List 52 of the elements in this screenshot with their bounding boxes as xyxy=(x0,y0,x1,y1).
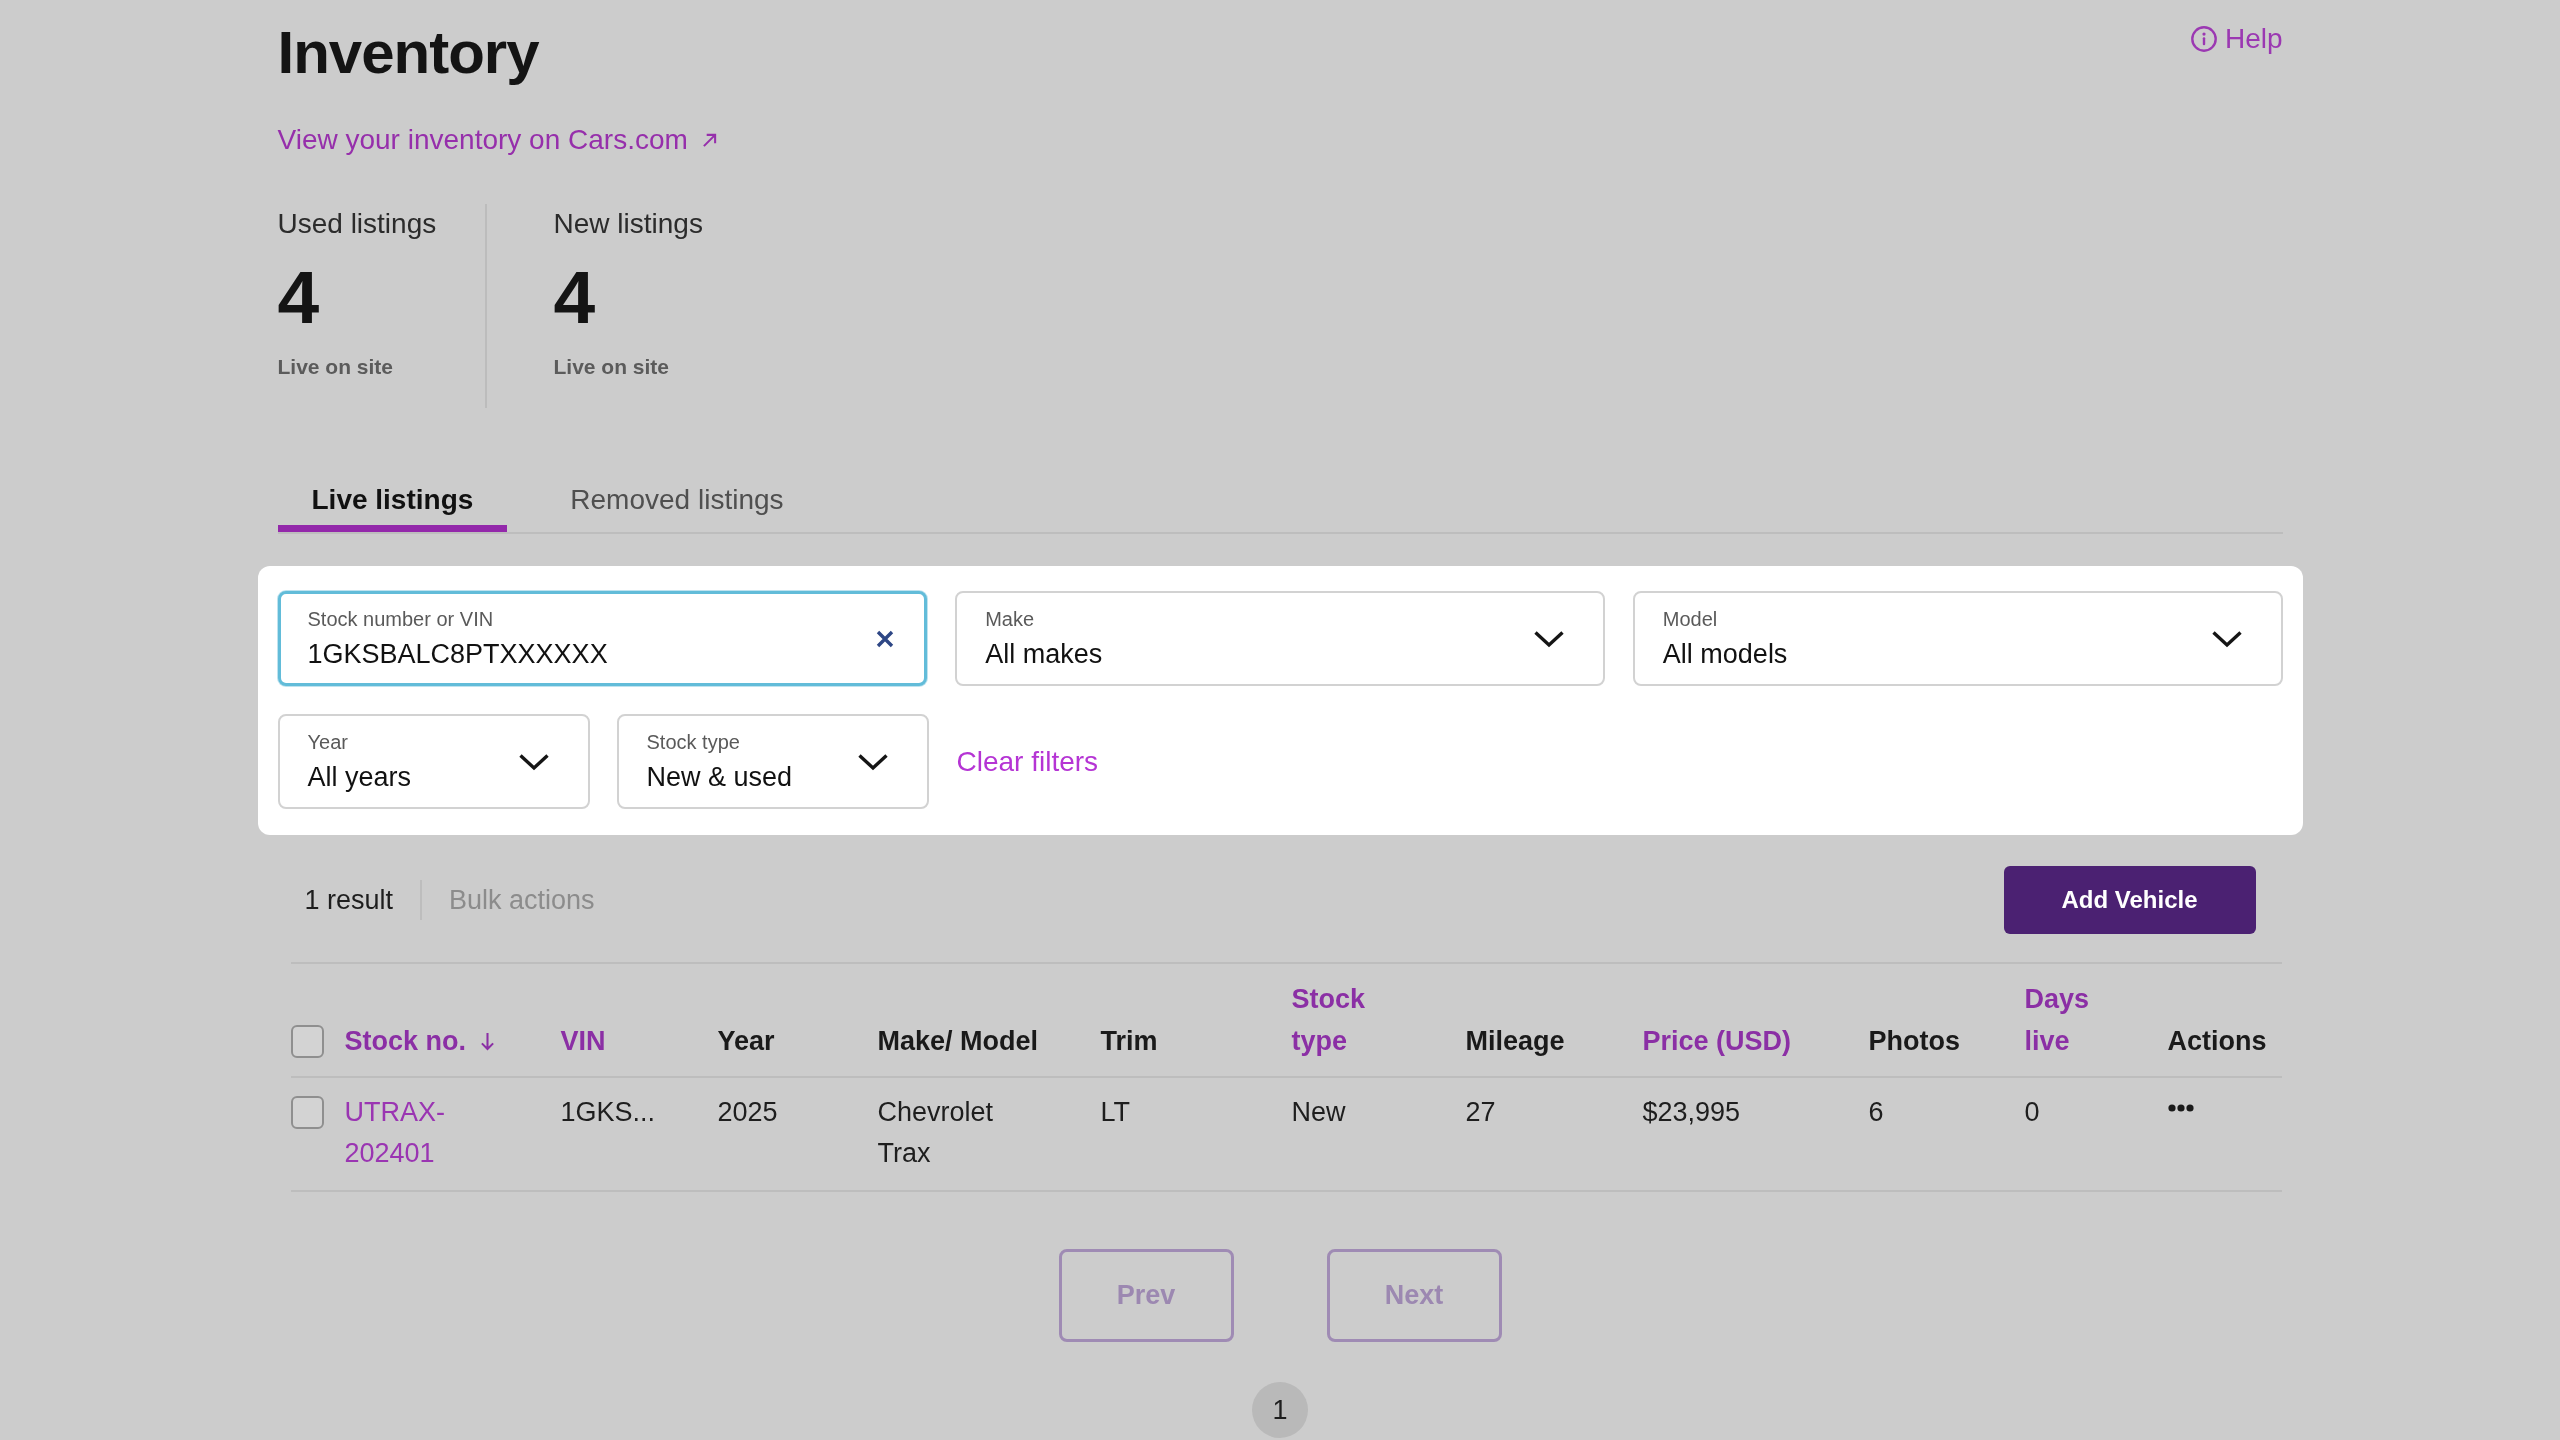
info-icon xyxy=(2190,26,2217,52)
column-header: Year xyxy=(717,1025,775,1058)
page-title: Inventory xyxy=(277,18,539,88)
column-header[interactable]: Price (USD) xyxy=(1642,1020,1792,1062)
column-header: Mileage xyxy=(1465,1025,1565,1058)
page-button[interactable]: 1 xyxy=(1252,1382,1308,1438)
stock-link[interactable]: UTRAX-202401 xyxy=(344,1092,445,1174)
tab[interactable]: Removed listings xyxy=(536,483,818,532)
chevron-down-icon xyxy=(517,752,550,771)
stat-caption: Live on site xyxy=(277,354,394,380)
column-header: Make/ Model xyxy=(877,1025,1039,1058)
clear-filters-link[interactable]: Clear filters xyxy=(956,744,1099,779)
stat-value: 4 xyxy=(553,257,596,337)
dropdown[interactable]: Make All makes xyxy=(955,591,1605,686)
column-header: Photos xyxy=(1868,1025,1960,1058)
column-header[interactable]: Days live xyxy=(2024,978,2090,1062)
dropdown[interactable]: Stock type New & used xyxy=(616,714,929,809)
table-cell-text: Chevrolet Trax xyxy=(877,1096,994,1170)
dropdown[interactable]: Year All years xyxy=(277,714,590,809)
tab[interactable]: Live listings xyxy=(277,483,508,532)
external-link[interactable]: View your inventory on Cars.com xyxy=(277,123,717,157)
table-cell-text: 2025 xyxy=(717,1096,778,1129)
table-cell-text: 1GKS... xyxy=(560,1096,656,1129)
table-cell-text: 27 xyxy=(1465,1096,1496,1129)
arrow-down-icon xyxy=(480,1031,495,1051)
column-header[interactable]: Stock type xyxy=(1291,978,1366,1062)
stat-label: New listings xyxy=(553,207,703,241)
column-header: Trim xyxy=(1100,1025,1158,1058)
chevron-down-icon xyxy=(1532,629,1565,648)
column-header[interactable]: Stock no. xyxy=(344,1020,495,1062)
dropdown[interactable]: Model All models xyxy=(1632,591,2283,686)
table-cell-text: 6 xyxy=(1868,1096,1884,1129)
search-field[interactable]: Stock number or VIN 1GKSBALC8PTXXXXXX xyxy=(277,591,928,686)
chevron-down-icon xyxy=(2210,629,2243,648)
checkbox[interactable] xyxy=(290,1096,324,1129)
stat-caption: Live on site xyxy=(553,354,670,380)
column-header: Actions xyxy=(2167,1025,2267,1058)
column-header[interactable]: VIN xyxy=(560,1020,606,1062)
table-cell-text: 0 xyxy=(2024,1096,2040,1129)
stat-label: Used listings xyxy=(277,207,437,241)
help-link[interactable]: Help xyxy=(2190,22,2283,56)
checkbox[interactable] xyxy=(290,1025,324,1058)
more-icon[interactable] xyxy=(2167,1104,2194,1112)
table-cell-text: LT xyxy=(1100,1096,1130,1129)
stat-value: 4 xyxy=(277,257,320,337)
arrow-up-right-icon xyxy=(701,132,717,148)
table-cell-text: New xyxy=(1291,1096,1346,1129)
add-vehicle-button[interactable]: Add Vehicle xyxy=(2003,866,2256,934)
result-count: 1 result xyxy=(304,884,394,916)
close-icon[interactable] xyxy=(876,629,895,648)
table-cell-text: $23,995 xyxy=(1642,1096,1741,1129)
chevron-down-icon xyxy=(856,752,889,771)
